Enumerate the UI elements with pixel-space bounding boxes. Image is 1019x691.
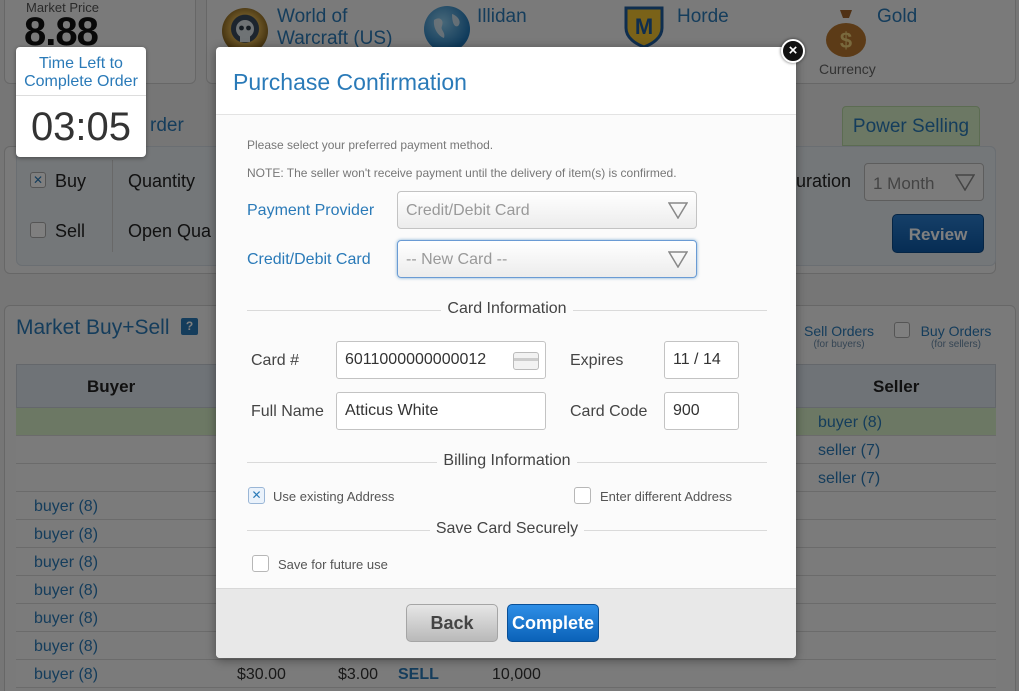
card-select-label: Credit/Debit Card — [247, 251, 371, 268]
card-code-input[interactable]: 900 — [664, 392, 739, 430]
dropdown-triangle-icon — [668, 202, 688, 219]
save-card-heading: Save Card Securely — [247, 520, 767, 540]
dropdown-triangle-icon — [668, 251, 688, 268]
card-information-heading: Card Information — [247, 300, 767, 320]
card-number-input[interactable]: 6011000000000012 — [336, 341, 546, 379]
timer-divider — [16, 95, 146, 96]
close-icon[interactable]: × — [781, 39, 805, 63]
complete-button[interactable]: Complete — [507, 604, 599, 642]
save-for-future-label: Save for future use — [278, 557, 388, 572]
enter-different-address-checkbox[interactable] — [574, 487, 591, 504]
card-code-label: Card Code — [570, 403, 648, 420]
timer-label: Time Left to Complete Order — [24, 55, 138, 90]
payment-instruction: Please select your preferred payment met… — [247, 138, 494, 152]
full-name-input[interactable]: Atticus White — [336, 392, 546, 430]
order-timer: Time Left to Complete Order 03:05 — [16, 47, 146, 157]
dialog-body: Please select your preferred payment met… — [216, 115, 796, 588]
card-select[interactable]: -- New Card -- — [397, 240, 697, 278]
back-button[interactable]: Back — [406, 604, 498, 642]
credit-card-icon — [513, 352, 539, 370]
dialog-title: Purchase Confirmation — [233, 69, 467, 95]
payment-note: NOTE: The seller won't receive payment u… — [247, 166, 677, 180]
timer-value: 03:05 — [30, 105, 132, 149]
billing-information-heading: Billing Information — [247, 452, 767, 472]
enter-different-address-label: Enter different Address — [600, 489, 733, 504]
use-existing-address-checkbox[interactable]: ✕ — [248, 487, 265, 504]
dialog-footer: Back Complete — [216, 588, 796, 658]
purchase-confirmation-dialog: Purchase Confirmation Please select your… — [216, 47, 796, 658]
full-name-label: Full Name — [251, 403, 324, 420]
save-for-future-checkbox[interactable] — [252, 555, 269, 572]
expires-input[interactable]: 11 / 14 — [664, 341, 739, 379]
expires-label: Expires — [570, 352, 624, 369]
payment-provider-select[interactable]: Credit/Debit Card — [397, 191, 697, 229]
payment-provider-label: Payment Provider — [247, 202, 375, 219]
use-existing-address-label: Use existing Address — [273, 489, 395, 504]
dialog-header: Purchase Confirmation — [216, 47, 796, 115]
card-number-label: Card # — [251, 352, 300, 369]
